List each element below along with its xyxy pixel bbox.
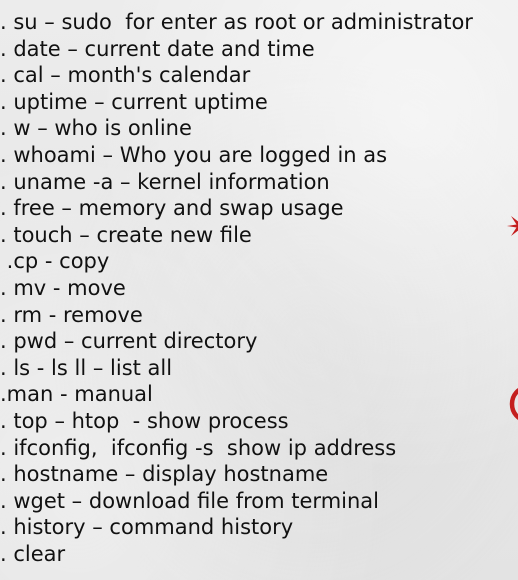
- command-line-touch: . touch – create new file: [0, 222, 252, 247]
- command-line-cp: .cp - copy: [0, 249, 110, 274]
- command-line-clear: . clear: [0, 541, 66, 566]
- command-line-uname: . uname -a – kernel information: [0, 169, 330, 194]
- command-line-free: . free – memory and swap usage: [0, 196, 344, 221]
- command-line-top: . top – htop - show process: [0, 408, 289, 433]
- red-arc-icon: [508, 384, 518, 424]
- command-line-su: . su – sudo for enter as root or adminis…: [0, 10, 473, 34]
- star-burst-icon: [505, 206, 518, 246]
- command-line-man: .man - manual: [0, 382, 153, 407]
- command-line-mv: . mv - move: [0, 275, 126, 300]
- command-line-ifconfig: . ifconfig, ifconfig -s show ip address: [0, 435, 397, 460]
- command-line-ls: . ls - ls ll – list all: [0, 355, 173, 380]
- command-line-date: . date – current date and time: [0, 36, 315, 61]
- command-line-wget: . wget – download file from terminal: [0, 488, 380, 513]
- command-line-rm: . rm - remove: [0, 302, 143, 327]
- command-line-whoami: . whoami – Who you are logged in as: [0, 142, 388, 167]
- command-line-hostname: . hostname – display hostname: [0, 462, 329, 487]
- command-line-uptime: . uptime – current uptime: [0, 89, 268, 114]
- command-line-history: . history – command history: [0, 515, 294, 540]
- command-line-pwd: . pwd – current directory: [0, 329, 258, 354]
- command-list: . su – sudo for enter as root or adminis…: [0, 9, 473, 567]
- command-line-w: . w – who is online: [0, 116, 192, 141]
- command-line-cal: . cal – month's calendar: [0, 63, 251, 88]
